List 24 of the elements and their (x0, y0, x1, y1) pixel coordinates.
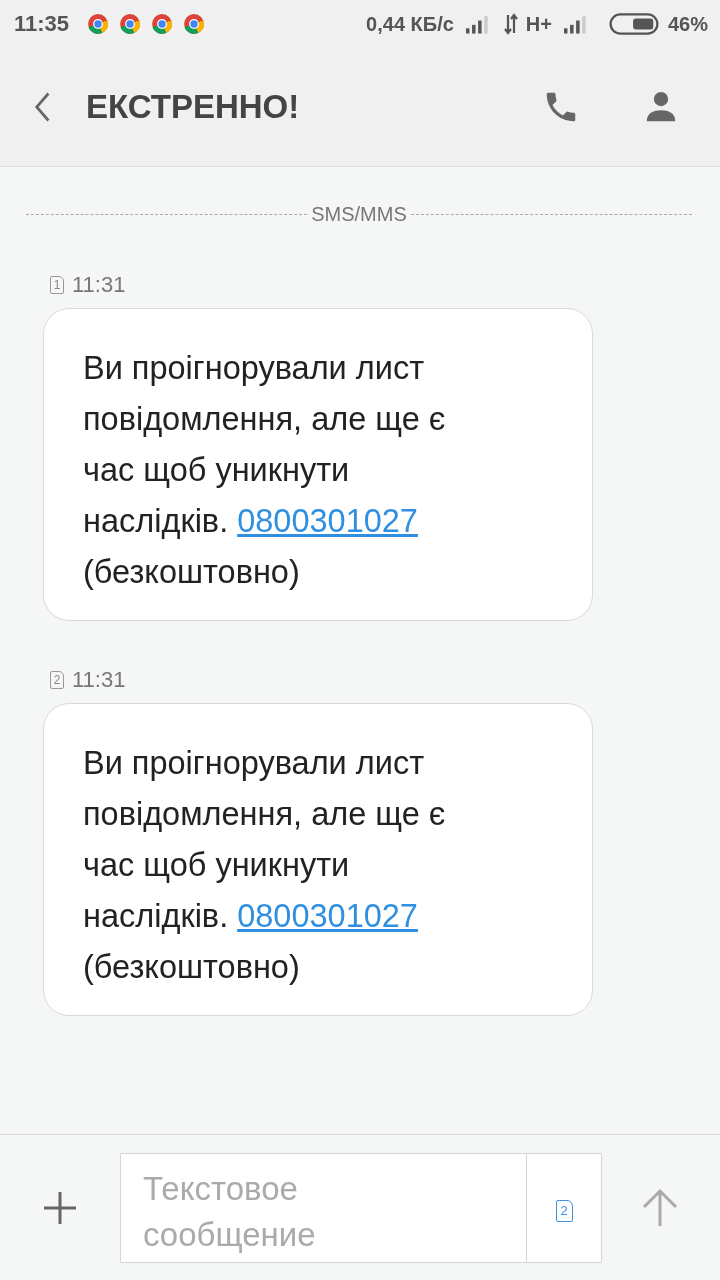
network-type: H+ (525, 12, 552, 36)
message-input[interactable]: Текстовое сообщение 2 (120, 1152, 602, 1263)
message-text: Ви проігнорували лист повідомлення, але ще є час щоб уникнути наслідків. 0800301027 (безкоштовно) (83, 349, 447, 592)
status-time: 11:35 (14, 11, 70, 37)
data-transfer-icon (503, 13, 518, 35)
browser-icon (119, 13, 142, 35)
browser-icon (87, 13, 110, 35)
sim-icon: 1 (50, 276, 64, 294)
sim-select-icon[interactable]: 2 (555, 1199, 573, 1222)
add-icon[interactable] (42, 1189, 78, 1226)
browser-icon (151, 13, 174, 35)
message-text: Ви проігнорували лист повідомлення, але ще є час щоб уникнути наслідків. 0800301027 (безкоштовно) (83, 744, 447, 987)
message-type-label: SMS/MMS (311, 203, 407, 226)
phone-link[interactable]: 0800301027 (237, 898, 418, 934)
browser-icon (183, 13, 206, 35)
conversation-title: ЕКСТРЕННО! (86, 88, 301, 126)
message-time: 11:31 (72, 667, 126, 693)
battery-icon (607, 13, 660, 35)
network-speed: 0,44 КБ/с (366, 12, 454, 36)
sim-icon: 2 (50, 671, 64, 689)
back-icon[interactable] (34, 91, 52, 123)
message-time: 11:31 (72, 272, 126, 298)
battery-percent: 46% (667, 12, 708, 36)
phone-link[interactable]: 0800301027 (237, 503, 418, 539)
